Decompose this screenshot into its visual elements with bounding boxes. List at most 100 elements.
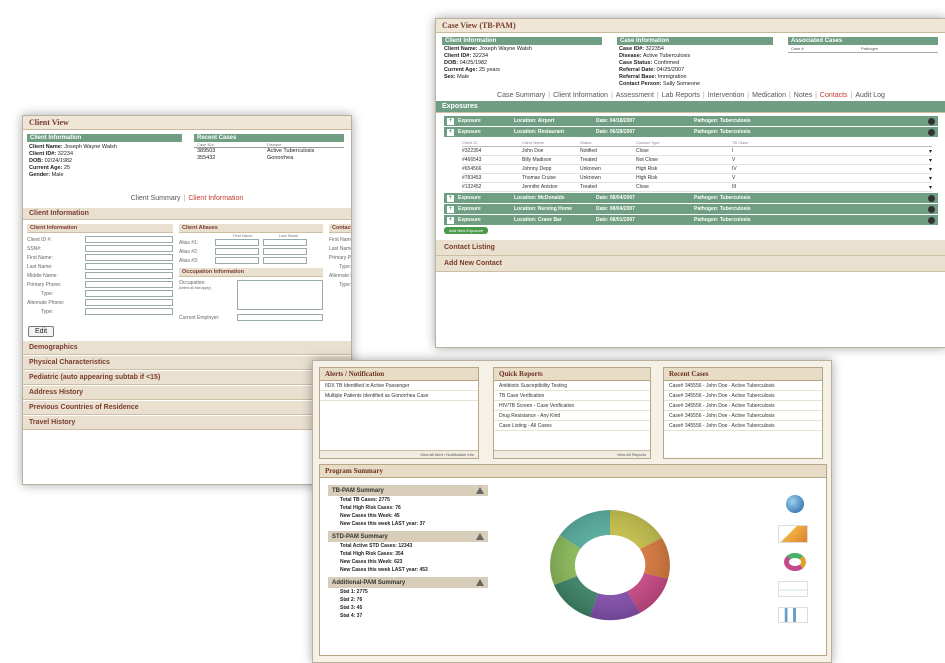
expand-icon[interactable]: + (447, 205, 454, 213)
recent-case-item[interactable]: Case# 345556 - John Doe - Active Tubercu… (664, 401, 822, 411)
row-dropdown-icon[interactable]: ▾ (929, 184, 932, 191)
exposure-header[interactable]: + Exposure Location: Crane Bar Date: 08/01/… (444, 215, 938, 225)
tab-case-summary[interactable]: Case Summary (494, 92, 548, 99)
recent-case-row[interactable]: 389503 Active Tuberculosis (194, 148, 344, 155)
dropdown-icon[interactable] (928, 216, 935, 224)
ci-field-input[interactable] (85, 263, 173, 270)
tab-client-summary[interactable]: Client Summary (128, 195, 184, 202)
dropdown-icon[interactable] (928, 128, 935, 136)
alias-first-input[interactable] (215, 257, 259, 264)
report-item[interactable]: Case Listing - All Cases (494, 421, 650, 431)
exposure-header[interactable]: + Exposure Location: Restaurant Date: 06/28… (444, 127, 938, 137)
tab-notes[interactable]: Notes (791, 92, 815, 99)
tab-client-information[interactable]: Client Information (550, 92, 611, 99)
edit-button[interactable]: Edit (28, 326, 55, 337)
recent-case-item[interactable]: Case# 345556 - John Doe - Active Tubercu… (664, 381, 822, 391)
alias-last-input[interactable] (263, 257, 307, 264)
contact-row[interactable]: #322354 John Doe Notified Close I ▾ (462, 147, 932, 156)
collapsed-section-bar[interactable]: Pediatric (auto appearing subtab if <15) (23, 370, 351, 385)
tab-contacts[interactable]: Contacts (817, 92, 851, 99)
alias-row: Alias #3: (179, 256, 323, 265)
collapsed-section-bar[interactable]: Address History (23, 385, 351, 400)
summary-header[interactable]: Additional-PAM Summary (328, 577, 488, 588)
contact-row[interactable]: #132452 Jennifer Aniston Treated Close III ▾ (462, 183, 932, 192)
current-employer-input[interactable] (237, 314, 323, 321)
alias-last-input[interactable] (263, 248, 307, 255)
ci-field-input[interactable] (85, 299, 173, 306)
exposures-section-bar[interactable]: Exposures (436, 101, 945, 113)
row-dropdown-icon[interactable]: ▾ (929, 166, 932, 173)
report-item[interactable]: HIV/TB Screen - Case Verification (494, 401, 650, 411)
ci-field-label: Last Name: (27, 263, 53, 270)
collapsed-section-bar[interactable]: Demographics (23, 340, 351, 355)
alert-item[interactable]: IIDX TB Identified in Active Passenger (320, 381, 478, 391)
client-information-section-bar[interactable]: Client Information (23, 208, 351, 220)
occupation-listbox[interactable] (237, 280, 323, 310)
case-info-value: Active Tuberculosis (642, 53, 691, 59)
row-dropdown-icon[interactable]: ▾ (929, 175, 932, 182)
exposure-header[interactable]: + Exposure Location: Airport Date: 04/18/20… (444, 116, 938, 126)
ring-chart-thumbnail[interactable] (784, 553, 806, 571)
ci-field-input[interactable] (85, 281, 173, 288)
dropdown-icon[interactable] (928, 194, 935, 202)
expand-icon[interactable]: + (447, 216, 454, 224)
exposure-name: Exposure (458, 206, 481, 212)
dropdown-icon[interactable] (928, 205, 935, 213)
report-item[interactable]: Drug Resistance - Any Kind (494, 411, 650, 421)
client-info-value: Joseph Wayne Walsh (64, 144, 117, 150)
recent-case-item[interactable]: Case# 345556 - John Doe - Active Tubercu… (664, 391, 822, 401)
add-new-exposure-button[interactable]: Add New Exposure (444, 227, 489, 234)
ci-field-input[interactable] (85, 245, 173, 252)
alias-last-input[interactable] (263, 239, 307, 246)
summary-chart-icon[interactable] (476, 533, 484, 540)
expand-icon[interactable]: + (447, 194, 454, 202)
tab-client-information[interactable]: Client Information (185, 195, 246, 202)
line-chart-thumbnail[interactable] (778, 581, 808, 597)
dropdown-icon[interactable] (928, 117, 935, 125)
expand-icon[interactable]: + (447, 117, 454, 125)
collapsed-section-bar[interactable]: Travel History (23, 415, 351, 430)
row-dropdown-icon[interactable]: ▾ (929, 157, 932, 164)
ci-field-input[interactable] (85, 236, 173, 243)
summary-chart-icon[interactable] (476, 487, 484, 494)
view-all-reports-link[interactable]: View All Reports (494, 450, 650, 458)
report-item[interactable]: Antibiotic Susceptibility Testing (494, 381, 650, 391)
alias-first-input[interactable] (215, 239, 259, 246)
case-client-info-block: Client Information Client Name: Joseph W… (442, 37, 602, 89)
contact-row[interactable]: #466543 Billy Madison Treated Not Close V ▾ (462, 156, 932, 165)
report-item[interactable]: TB Case Verification (494, 391, 650, 401)
summary-header[interactable]: STD-PAM Summary (328, 531, 488, 542)
row-dropdown-icon[interactable]: ▾ (929, 148, 932, 155)
ci-field-input[interactable] (85, 308, 173, 315)
collapsed-section-bar[interactable]: Previous Countries of Residence (23, 400, 351, 415)
add-new-contact-bar[interactable]: Add New Contact (436, 256, 945, 272)
expand-icon[interactable]: + (447, 128, 454, 136)
alert-item[interactable]: Multiple Patients Identified as Gonorrhe… (320, 391, 478, 401)
ci-field-input[interactable] (85, 272, 173, 279)
contact-row[interactable]: #654566 Johnny Depp Unknown High Risk IV ▾ (462, 165, 932, 174)
exposure-header[interactable]: + Exposure Location: Nursing Home Date: 08/… (444, 204, 938, 214)
tab-intervention[interactable]: Intervention (705, 92, 748, 99)
recent-case-item[interactable]: Case# 345556 - John Doe - Active Tubercu… (664, 421, 822, 431)
tab-medication[interactable]: Medication (749, 92, 789, 99)
view-all-alerts-link[interactable]: View All Alert / Notification Info (320, 450, 478, 458)
summary-header[interactable]: TB-PAM Summary (328, 485, 488, 496)
exposure-header[interactable]: + Exposure Location: McDonalds Date: 08/04/… (444, 193, 938, 203)
recent-case-item[interactable]: Case# 345556 - John Doe - Active Tubercu… (664, 411, 822, 421)
tab-lab-reports[interactable]: Lab Reports (659, 92, 703, 99)
contact-listing-bar[interactable]: Contact Listing (436, 240, 945, 256)
contact-name: Johnny Depp (522, 166, 552, 172)
recent-case-row[interactable]: 355432 Gonorrhea (194, 155, 344, 162)
exposure-location: Location: Crane Bar (514, 217, 562, 223)
globe-chart-thumbnail[interactable] (786, 495, 804, 513)
bar-chart-thumbnail[interactable] (778, 607, 808, 623)
tab-audit-log[interactable]: Audit Log (852, 92, 888, 99)
area-chart-thumbnail[interactable] (778, 525, 808, 543)
contact-row[interactable]: #783453 Thomas Cruise Unknown High Risk V ▾ (462, 174, 932, 183)
alias-first-input[interactable] (215, 248, 259, 255)
tab-assessment[interactable]: Assessment (613, 92, 657, 99)
ci-field-input[interactable] (85, 254, 173, 261)
collapsed-section-bar[interactable]: Physical Characteristics (23, 355, 351, 370)
ci-field-input[interactable] (85, 290, 173, 297)
summary-chart-icon[interactable] (476, 579, 484, 586)
